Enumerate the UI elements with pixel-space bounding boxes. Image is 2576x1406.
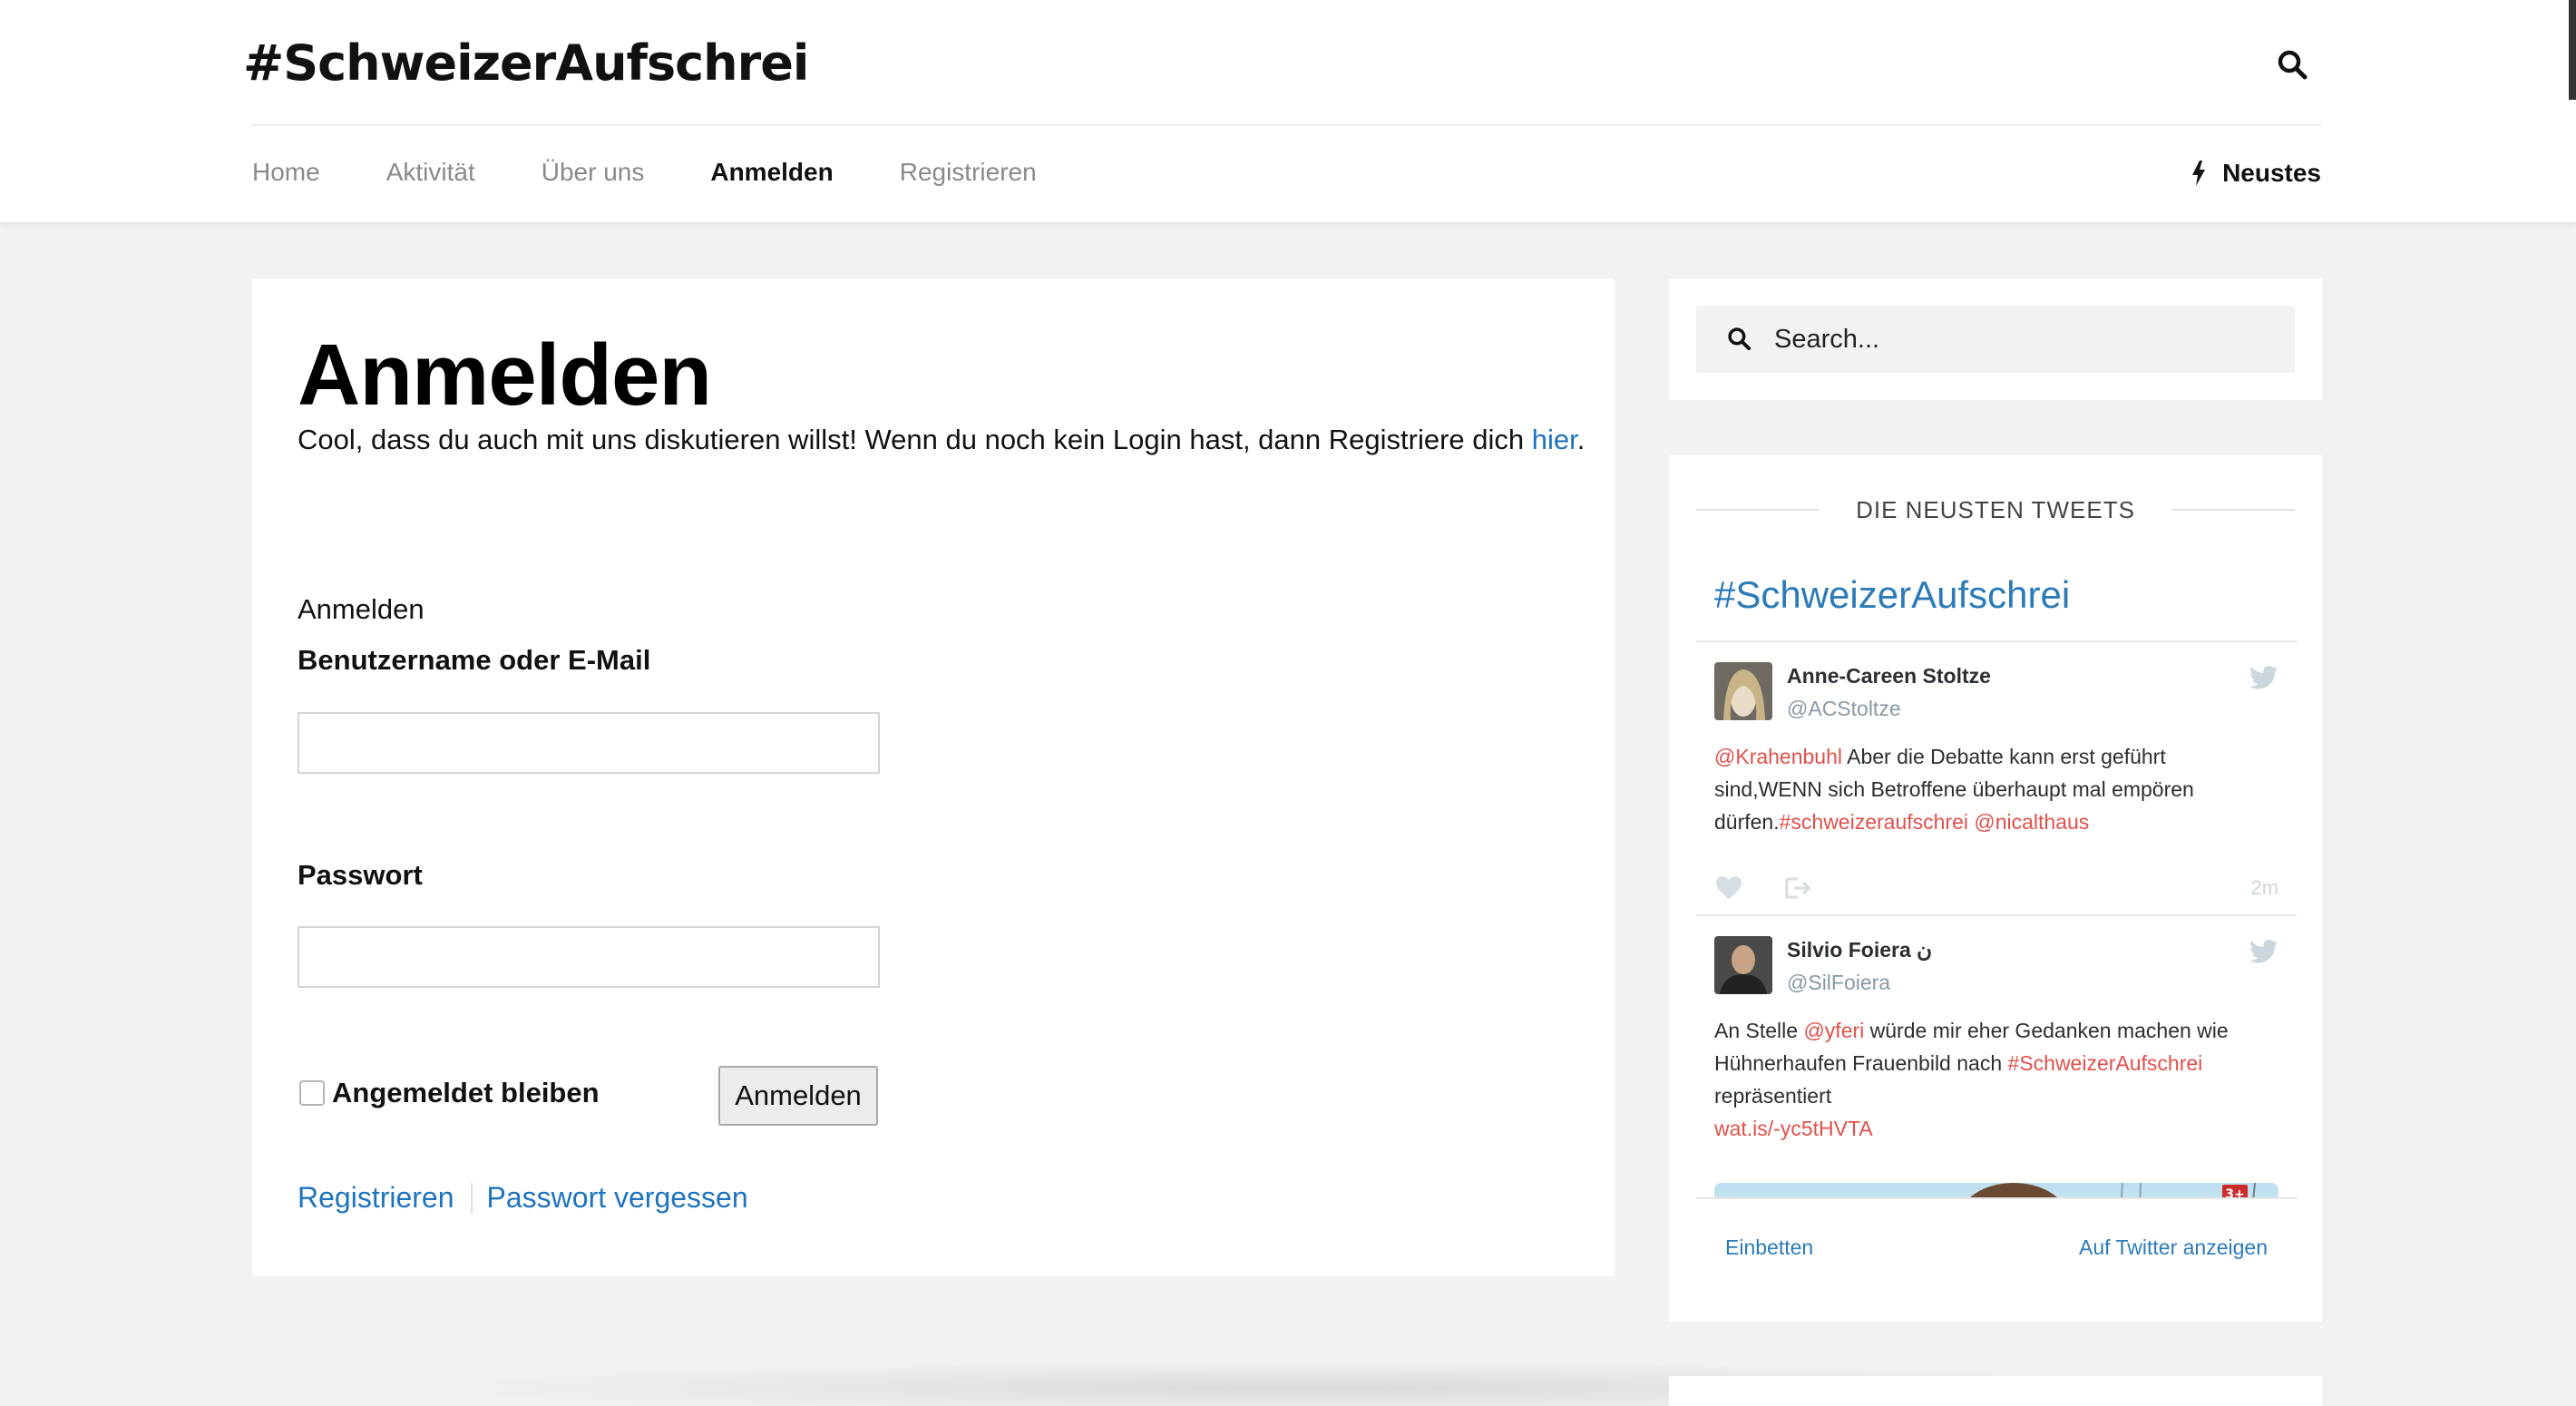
nav-item-aktivitaet[interactable]: Aktivität: [386, 158, 475, 194]
tweet-actions: 2m: [1714, 874, 2278, 902]
sidebar-search-card: Search...: [1669, 278, 2322, 400]
nav-item-registrieren[interactable]: Registrieren: [900, 158, 1037, 194]
nav-item-home[interactable]: Home: [252, 158, 320, 194]
timeline-divider: [1696, 640, 2297, 642]
tweet-hashtag[interactable]: #SchweizerAufschrei: [2008, 1051, 2203, 1075]
username-label: Benutzername oder E-Mail: [298, 644, 651, 676]
intro-text: Cool, dass du auch mit uns diskutieren w…: [298, 415, 1586, 465]
tweet-mention[interactable]: @Krahenbuhl: [1714, 745, 1842, 768]
avatar[interactable]: [1714, 936, 1772, 994]
window-edge: [2569, 0, 2576, 100]
tweet-divider: [1696, 914, 2297, 916]
search-placeholder: Search...: [1774, 324, 1880, 354]
share-icon[interactable]: [1785, 876, 1812, 900]
tweet-author-handle[interactable]: @SilFoiera: [1787, 971, 1890, 995]
search-icon[interactable]: [2277, 49, 2309, 82]
nav-item-ueber-uns[interactable]: Über uns: [542, 158, 645, 194]
tweet-mention[interactable]: @yferi: [1803, 1019, 1864, 1042]
register-here-link[interactable]: hier: [1532, 424, 1577, 455]
login-card: Anmelden Cool, dass du auch mit uns disk…: [252, 278, 1615, 1276]
tweet-text: @Krahenbuhl Aber die Debatte kann erst g…: [1714, 740, 2278, 838]
tweet-body: An Stelle: [1714, 1019, 1804, 1042]
main-nav: Home Aktivität Über uns Anmelden Registr…: [252, 158, 1103, 194]
heart-icon[interactable]: [1716, 876, 1742, 900]
heading-line-left: [1696, 509, 1820, 511]
remember-label: Angemeldet bleiben: [332, 1077, 600, 1108]
site-header: #SchweizerAufschrei Home Aktivität Über …: [0, 0, 2576, 224]
form-legend: Anmelden: [298, 593, 424, 625]
twitter-bird-icon[interactable]: [2249, 666, 2278, 689]
tweet-mention-2[interactable]: @nicalthaus: [1974, 810, 2089, 834]
site-title[interactable]: #SchweizerAufschrei: [243, 34, 809, 92]
neustes-link[interactable]: Neustes: [2191, 159, 2321, 188]
password-label: Passwort: [298, 859, 423, 891]
search-icon: [1728, 327, 1751, 351]
tweets-widget: DIE NEUSTEN TWEETS #SchweizerAufschrei A…: [1669, 455, 2322, 1322]
page-title: Anmelden: [298, 327, 712, 424]
timeline-footer: Einbetten Auf Twitter anzeigen: [1696, 1197, 2297, 1306]
widget-title: DIE NEUSTEN TWEETS: [1856, 495, 2135, 523]
bolt-icon: [2192, 161, 2206, 186]
tweet-author-name[interactable]: Silvio Foiera ن: [1787, 938, 1932, 962]
password-field[interactable]: [298, 926, 880, 988]
intro-body: Cool, dass du auch mit uns diskutieren w…: [298, 424, 1532, 455]
username-field[interactable]: [298, 712, 880, 774]
sidebar-next-card: [1669, 1376, 2322, 1406]
tweet-author-name[interactable]: Anne-Careen Stoltze: [1787, 664, 1991, 688]
view-on-twitter-link[interactable]: Auf Twitter anzeigen: [2079, 1235, 2268, 1260]
neustes-label: Neustes: [2222, 159, 2321, 187]
heading-line-right: [2171, 509, 2296, 511]
tweet-body-3: repräsentiert: [1714, 1084, 1832, 1108]
embed-link[interactable]: Einbetten: [1725, 1235, 1813, 1260]
intro-end: .: [1576, 424, 1586, 455]
twitter-timeline[interactable]: #SchweizerAufschrei Anne-Careen Stoltze …: [1696, 546, 2297, 1308]
tweet-item[interactable]: Anne-Careen Stoltze @ACStoltze @Krahenbu…: [1714, 662, 2278, 907]
sidebar-search-input[interactable]: Search...: [1696, 306, 2295, 373]
nav-item-anmelden[interactable]: Anmelden: [710, 158, 833, 194]
register-link[interactable]: Registrieren: [298, 1181, 454, 1215]
twitter-bird-icon[interactable]: [2249, 940, 2278, 963]
account-links: Registrieren Passwort vergessen: [298, 1181, 748, 1215]
remember-checkbox[interactable]: [299, 1080, 325, 1106]
header-divider: [252, 124, 2322, 126]
login-submit-button[interactable]: Anmelden: [718, 1066, 878, 1126]
tweet-hashtag[interactable]: #schweizeraufschrei: [1780, 810, 1968, 834]
timeline-title[interactable]: #SchweizerAufschrei: [1714, 573, 2070, 617]
tweet-timestamp[interactable]: 2m: [2250, 876, 2278, 900]
tweet-text: An Stelle @yferi würde mir eher Gedanken…: [1714, 1014, 2278, 1145]
tweet-url[interactable]: wat.is/-yc5tHVTA: [1714, 1117, 1873, 1140]
tweet-author-handle[interactable]: @ACStoltze: [1787, 697, 1901, 721]
avatar[interactable]: [1714, 662, 1772, 720]
forgot-password-link[interactable]: Passwort vergessen: [487, 1181, 748, 1215]
widget-heading: DIE NEUSTEN TWEETS: [1696, 492, 2296, 528]
link-divider: [470, 1182, 473, 1214]
remember-me[interactable]: Angemeldet bleiben: [299, 1077, 600, 1109]
